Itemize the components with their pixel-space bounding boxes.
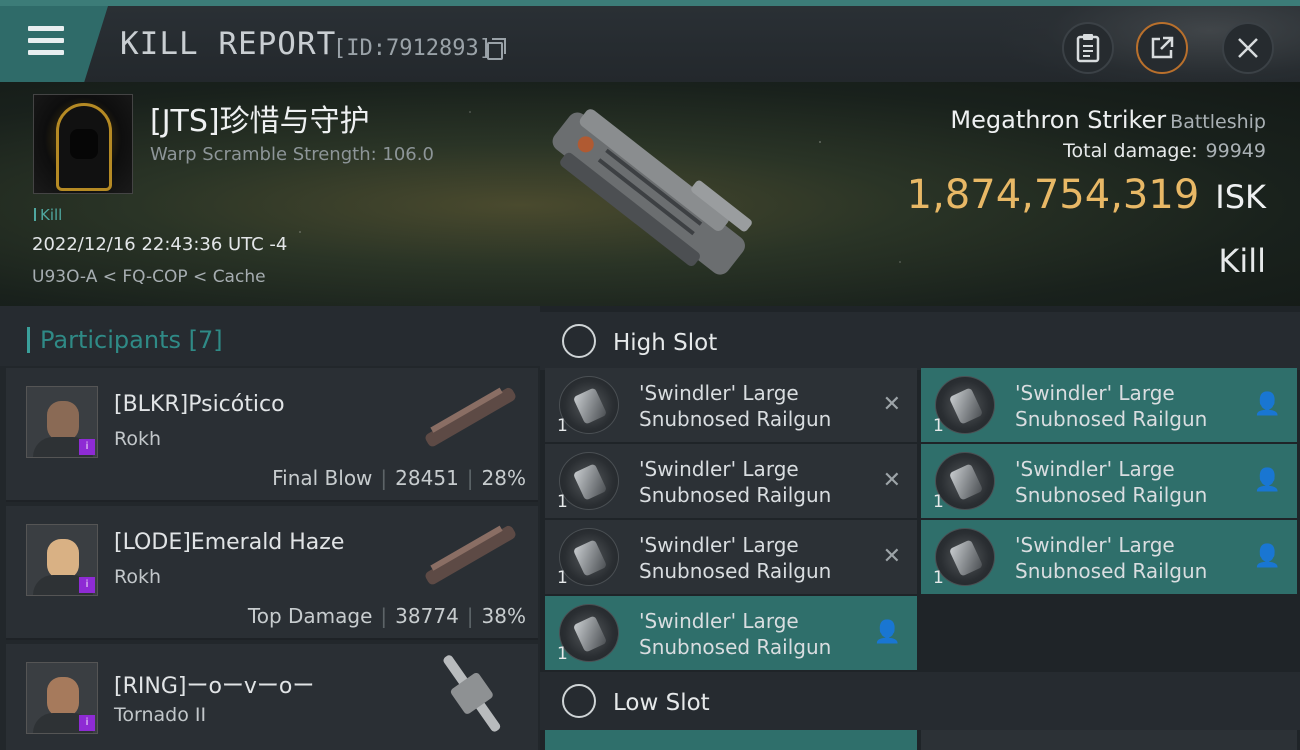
isk-value: 1,874,754,319 ISK [906,172,1266,218]
participant-ship: Tornado II [114,704,207,726]
participant-row[interactable]: i [RING]ーoーvーoー Tornado II [6,644,538,750]
kill-id: [ID:7912893] [333,36,492,61]
share-button[interactable] [1136,22,1188,74]
participant-row[interactable]: i [LODE]Emerald Haze Rokh Top Damage | 387… [6,506,538,640]
victim-banner: [JTS]珍惜与守护 Warp Scramble Strength: 106.0… [0,82,1300,306]
module-item[interactable]: 1 'Swindler' Large Snubnosed Railgun 👤 [921,368,1297,442]
x-icon: ✕ [882,392,901,417]
report-kind: Kill [1218,242,1266,280]
railgun-icon [935,528,995,586]
participant-stats: Final Blow | 28451 | 28% [272,466,526,490]
participant-row[interactable]: i [BLKR]Psicótico Rokh Final Blow | 28451 |… [6,368,538,502]
victim-name[interactable]: [JTS]珍惜与守护 [150,96,370,140]
module-item[interactable] [545,730,917,750]
x-icon: ✕ [882,544,901,569]
module-item[interactable]: 1 'Swindler' Large Snubnosed Railgun ✕ [545,520,917,594]
person-icon: 👤 [873,620,901,645]
clipboard-icon [1076,34,1100,63]
high-slot-header[interactable]: High Slot [540,312,1300,370]
person-icon: 👤 [1253,392,1281,417]
participant-ship: Rokh [114,566,162,588]
railgun-icon [935,376,995,434]
participants-header[interactable]: Participants [7] [0,306,540,366]
ally-icon: i [79,715,95,731]
module-item[interactable]: 1 'Swindler' Large Snubnosed Railgun 👤 [921,444,1297,518]
kill-datetime: 2022/12/16 22:43:36 UTC -4 [32,234,288,255]
kill-report-window: KILL REPORT [ID:7912893] [JTS]珍惜与守护 Warp… [0,0,1300,750]
warp-scramble-strength: Warp Scramble Strength: 106.0 [150,144,434,165]
participant-ship-image [425,525,516,585]
module-item[interactable]: 1 'Swindler' Large Snubnosed Railgun ✕ [545,444,917,518]
participant-avatar[interactable]: i [26,524,98,596]
high-slot-icon [562,324,596,358]
victim-portrait[interactable] [33,94,133,194]
railgun-icon [559,376,619,434]
fitting-panel: High Slot 1 'Swindler' Large Snubnosed Ra… [540,306,1300,750]
close-button[interactable] [1222,22,1274,74]
low-slot-header[interactable]: Low Slot [540,672,1300,730]
participant-stats: Top Damage | 38774 | 38% [247,604,526,628]
railgun-icon [935,452,995,510]
participant-avatar[interactable]: i [26,386,98,458]
participant-name: [RING]ーoーvーoー [114,674,315,699]
person-icon: 👤 [1253,544,1281,569]
menu-button[interactable] [0,6,108,82]
clipboard-button[interactable] [1062,22,1114,74]
copy-icon[interactable] [487,38,506,60]
participants-panel: Participants [7] i [BLKR]Psicótico Rokh … [0,306,540,750]
participant-ship: Rokh [114,428,162,450]
module-item[interactable]: 1 'Swindler' Large Snubnosed Railgun ✕ [545,368,917,442]
victim-ship-name[interactable]: Megathron Striker Battleship [950,106,1266,134]
railgun-icon [559,528,619,586]
x-icon: ✕ [882,468,901,493]
participant-name: [BLKR]Psicótico [114,392,285,417]
participant-ship-image [443,655,501,732]
close-icon [1238,38,1258,58]
participant-avatar[interactable]: i [26,662,98,734]
kill-location[interactable]: U93O-A < FQ-COP < Cache [32,267,266,287]
railgun-icon [559,604,619,662]
ally-icon: i [79,439,95,455]
participant-ship-image [425,387,516,447]
kill-tag: Kill [34,206,62,224]
module-item[interactable]: 1 'Swindler' Large Snubnosed Railgun 👤 [921,520,1297,594]
ally-icon: i [79,577,95,593]
module-item[interactable]: 1 'Swindler' Large Snubnosed Railgun 👤 [545,596,917,670]
victim-ship-image[interactable] [530,92,770,292]
share-icon [1151,36,1174,59]
low-slot-icon [562,684,596,718]
menu-icon [28,26,64,31]
window-title: KILL REPORT [120,26,337,62]
title-bar: KILL REPORT [ID:7912893] [0,0,1300,88]
module-item[interactable] [921,730,1297,750]
person-icon: 👤 [1253,468,1281,493]
railgun-icon [559,452,619,510]
total-damage: Total damage: 99949 [1063,140,1266,162]
participant-name: [LODE]Emerald Haze [114,530,345,555]
